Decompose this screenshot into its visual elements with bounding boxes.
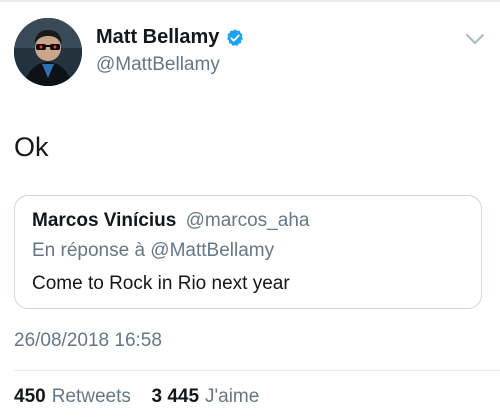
quoted-tweet-card[interactable]: Marcos Vinícius @marcos_aha En réponse à… bbox=[14, 195, 482, 309]
likes-label: J'aime bbox=[205, 386, 260, 407]
quoted-reply-context: En réponse à @MattBellamy bbox=[32, 240, 275, 261]
quoted-author-handle: @marcos_aha bbox=[185, 210, 310, 231]
tweet-text: Ok bbox=[14, 132, 49, 162]
quoted-tweet-text: Come to Rock in Rio next year bbox=[32, 273, 290, 294]
avatar-image bbox=[14, 18, 82, 86]
quoted-author-name: Marcos Vinícius bbox=[32, 210, 177, 231]
stats-divider bbox=[14, 370, 500, 371]
chevron-down-icon[interactable] bbox=[465, 32, 485, 46]
likes-stat[interactable]: 3 445 J'aime bbox=[146, 386, 259, 407]
likes-count: 3 445 bbox=[151, 386, 200, 407]
top-divider bbox=[0, 0, 500, 2]
tweet-timestamp[interactable]: 26/08/2018 16:58 bbox=[14, 330, 162, 352]
author-display-name[interactable]: Matt Bellamy bbox=[96, 26, 219, 49]
retweets-count: 450 bbox=[14, 386, 46, 407]
avatar[interactable] bbox=[14, 18, 82, 86]
author-handle[interactable]: @MattBellamy bbox=[96, 54, 220, 76]
retweets-label: Retweets bbox=[51, 386, 131, 407]
verified-badge-icon bbox=[225, 28, 245, 48]
author-name-row[interactable]: Matt Bellamy bbox=[96, 26, 245, 49]
quoted-tweet-header: Marcos Vinícius @marcos_aha bbox=[32, 210, 309, 232]
tweet-stats: 450 Retweets 3 445 J'aime bbox=[14, 386, 259, 408]
retweets-stat[interactable]: 450 Retweets bbox=[14, 386, 136, 407]
